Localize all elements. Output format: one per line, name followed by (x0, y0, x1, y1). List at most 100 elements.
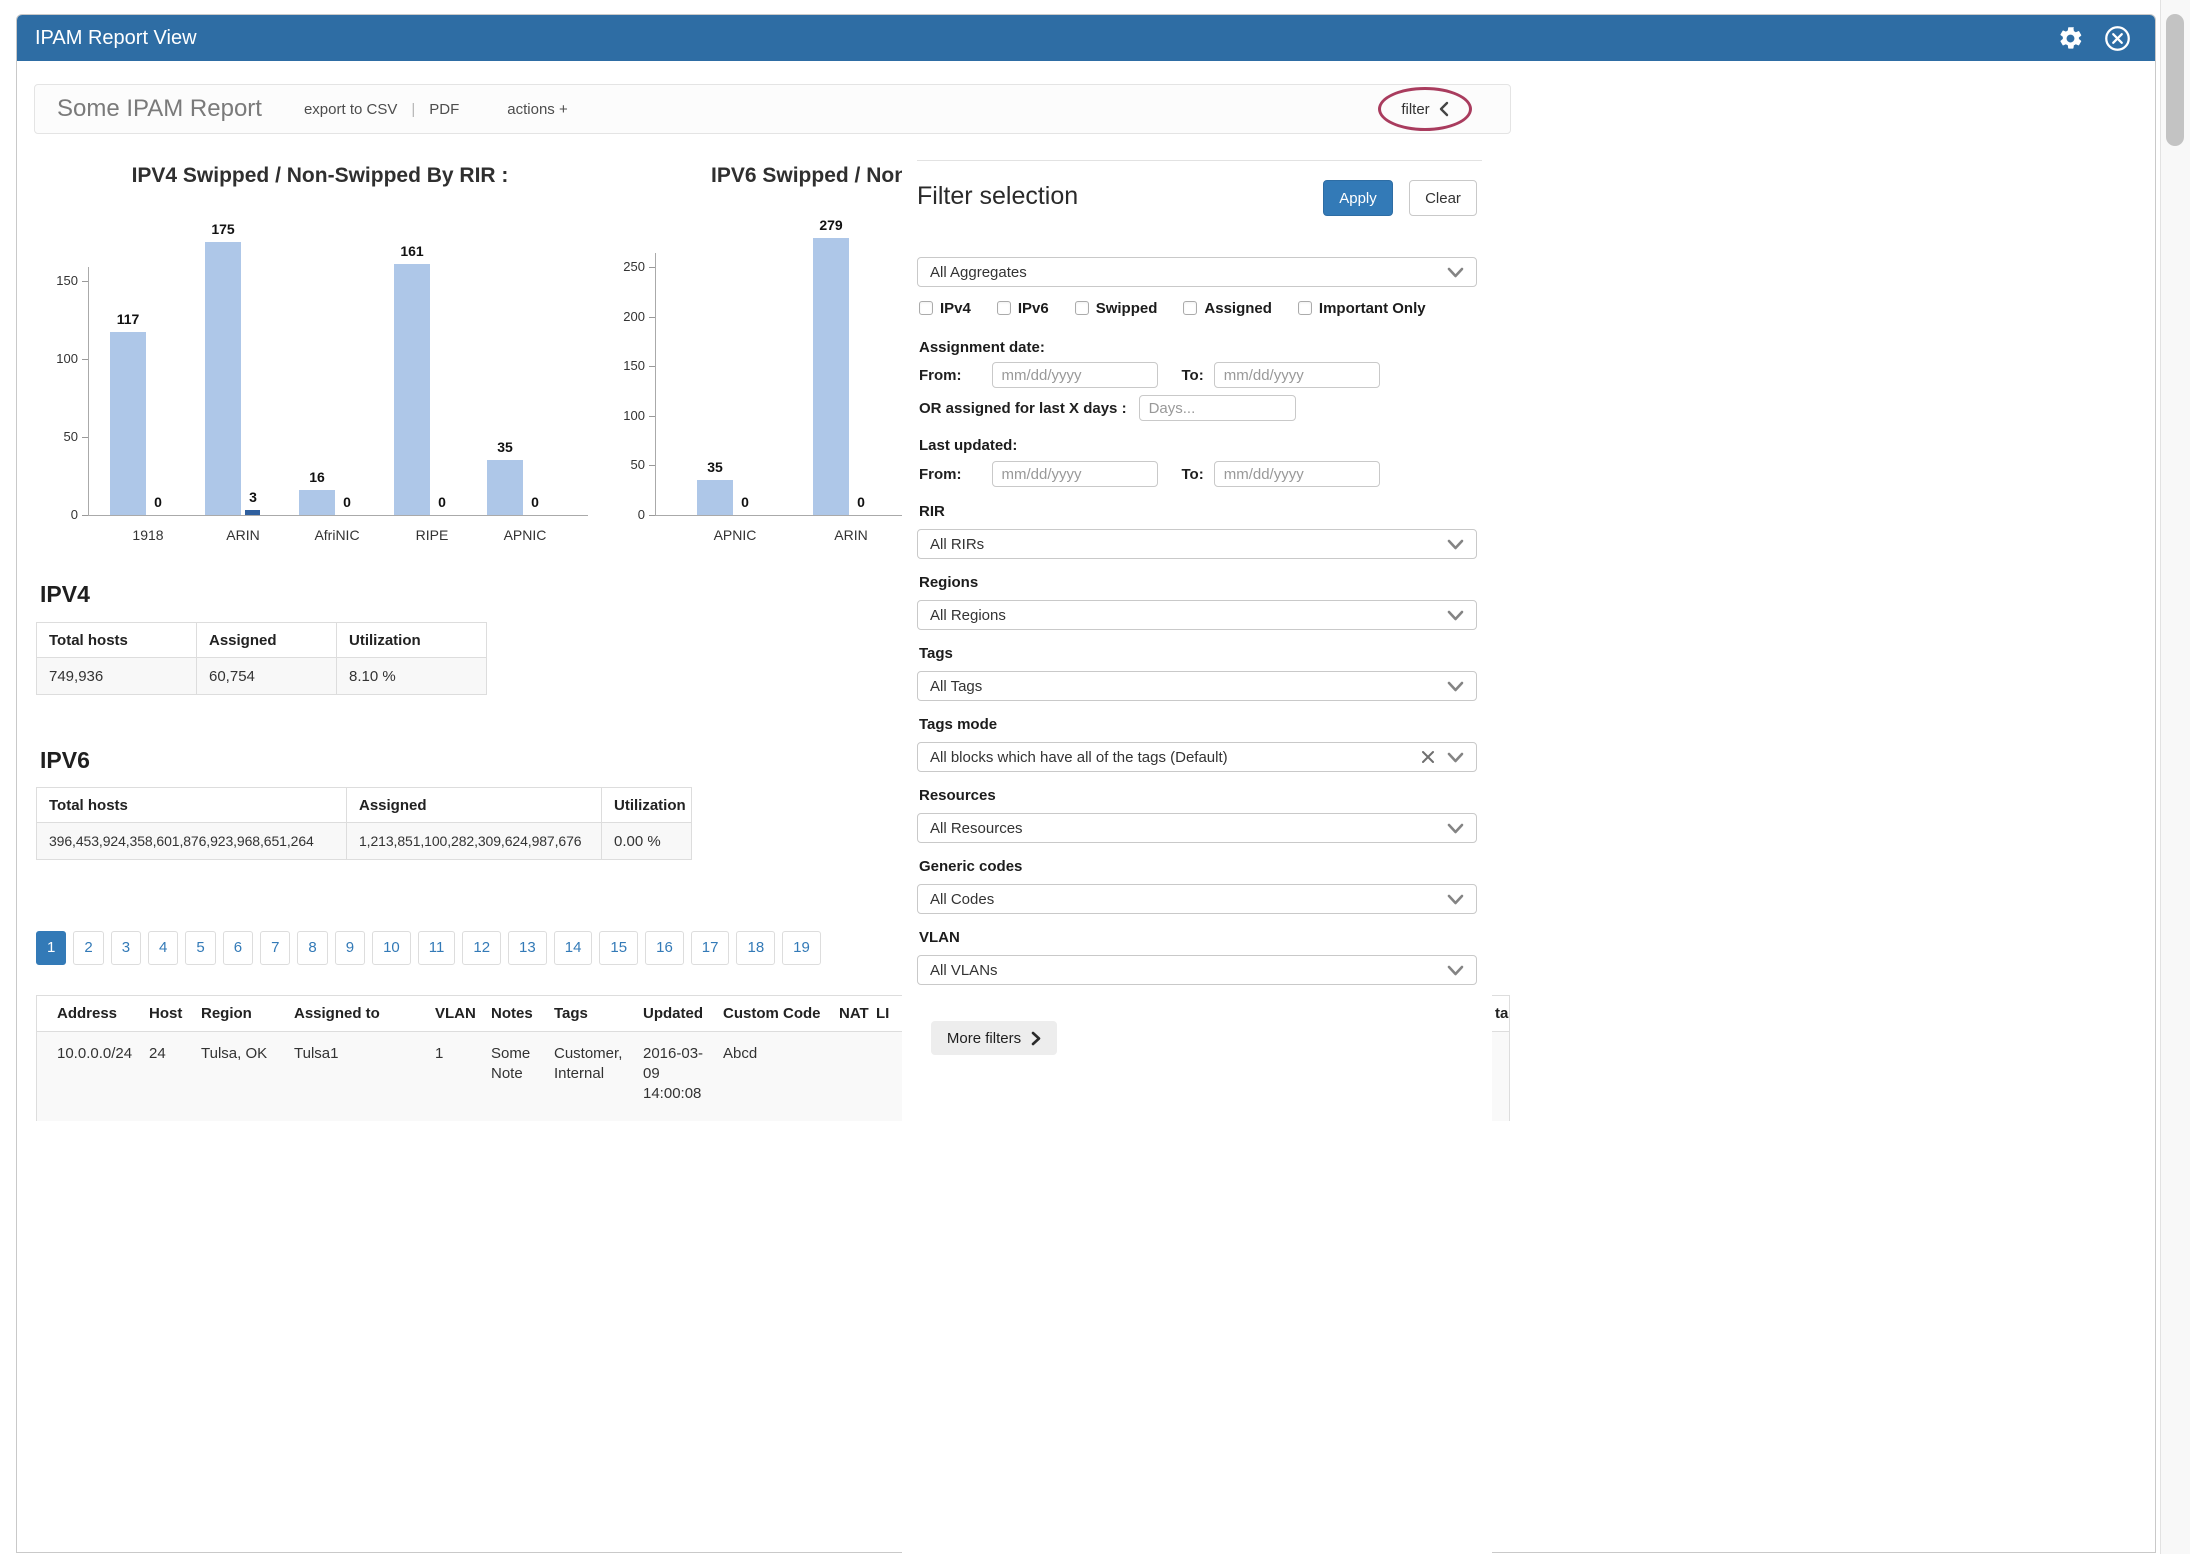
page-button-18[interactable]: 18 (736, 931, 775, 965)
vlan-select[interactable]: All VLANs (917, 955, 1477, 985)
records-col-header: LI (876, 1005, 889, 1022)
page-button-13[interactable]: 13 (508, 931, 547, 965)
page-button-15[interactable]: 15 (599, 931, 638, 965)
checkbox-swipped[interactable]: Swipped (1075, 300, 1158, 317)
records-col-header: Notes (491, 1005, 533, 1022)
pagination: 12345678910111213141516171819 (36, 931, 821, 965)
page-button-12[interactable]: 12 (462, 931, 501, 965)
checkbox-label: Important Only (1319, 300, 1426, 317)
checkbox-box[interactable] (1075, 301, 1089, 315)
resources-label: Resources (919, 787, 996, 804)
gear-icon[interactable] (2057, 25, 2084, 52)
ipv4-section-heading: IPV4 (40, 581, 90, 608)
checkbox-ipv4[interactable]: IPv4 (919, 300, 971, 317)
checkbox-box[interactable] (919, 301, 933, 315)
to-label: To: (1182, 466, 1204, 483)
page-button-7[interactable]: 7 (260, 931, 290, 965)
y-tick-label: 100 (599, 408, 645, 424)
records-cell: 24 (149, 1044, 193, 1064)
checkbox-important-only[interactable]: Important Only (1298, 300, 1426, 317)
regions-select[interactable]: All Regions (917, 600, 1477, 630)
page-button-8[interactable]: 8 (297, 931, 327, 965)
close-icon[interactable] (2104, 25, 2131, 52)
checkbox-box[interactable] (1298, 301, 1312, 315)
y-tick-label: 250 (599, 259, 645, 275)
ipv6-summary-header-row: Total hosts Assigned Utilization (37, 788, 692, 823)
tags-value: All Tags (930, 678, 1435, 695)
page-button-11[interactable]: 11 (418, 931, 456, 965)
y-tick-mark (82, 281, 88, 282)
checkbox-label: Assigned (1204, 300, 1272, 317)
bar-value-label: 0 (825, 494, 897, 510)
tags-select[interactable]: All Tags (917, 671, 1477, 701)
page-button-14[interactable]: 14 (554, 931, 593, 965)
page-button-17[interactable]: 17 (691, 931, 730, 965)
page-button-16[interactable]: 16 (645, 931, 684, 965)
page-button-2[interactable]: 2 (73, 931, 103, 965)
aggregates-select[interactable]: All Aggregates (917, 257, 1477, 287)
page-button-3[interactable]: 3 (111, 931, 141, 965)
records-cell: 1 (435, 1044, 483, 1064)
filter-panel: Filter selection Apply Clear All Aggrega… (902, 140, 1492, 1554)
records-cell: Customer, Internal (554, 1044, 640, 1084)
ipv6-section-heading: IPV6 (40, 747, 90, 774)
clear-selection-icon[interactable] (1421, 750, 1435, 764)
assignment-to-input[interactable] (1214, 362, 1380, 388)
y-axis-line (88, 267, 89, 515)
clear-button[interactable]: Clear (1409, 180, 1477, 216)
last-updated-to-input[interactable] (1214, 461, 1380, 487)
xdays-input[interactable] (1139, 395, 1296, 421)
toolbar-separator: | (411, 101, 415, 118)
bar-value-label: 0 (709, 494, 781, 510)
bar-swipped (813, 238, 849, 515)
checkbox-ipv6[interactable]: IPv6 (997, 300, 1049, 317)
page-button-1[interactable]: 1 (36, 931, 66, 965)
col-assigned: Assigned (347, 788, 602, 823)
bar-value-label: 0 (122, 494, 194, 510)
more-filters-button[interactable]: More filters (931, 1021, 1057, 1055)
page-button-10[interactable]: 10 (372, 931, 411, 965)
resources-select[interactable]: All Resources (917, 813, 1477, 843)
bar-value-label: 35 (679, 459, 751, 475)
pdf-link[interactable]: PDF (429, 101, 459, 118)
bar-value-label: 16 (281, 469, 353, 485)
tags-mode-select[interactable]: All blocks which have all of the tags (D… (917, 742, 1477, 772)
tags-label: Tags (919, 645, 953, 662)
chevron-down-icon (1447, 539, 1464, 550)
filter-toggle[interactable]: filter (1401, 101, 1429, 118)
y-tick-mark (649, 416, 655, 417)
records-col-header: NAT (839, 1005, 869, 1022)
y-tick-mark (649, 317, 655, 318)
page-button-4[interactable]: 4 (148, 931, 178, 965)
table-row: 396,453,924,358,601,876,923,968,651,264 … (37, 823, 692, 860)
apply-button[interactable]: Apply (1323, 180, 1393, 216)
page-button-5[interactable]: 5 (185, 931, 215, 965)
generic-codes-label: Generic codes (919, 858, 1022, 875)
page-button-6[interactable]: 6 (223, 931, 253, 965)
actions-menu[interactable]: actions + (507, 101, 567, 118)
y-tick-mark (649, 366, 655, 367)
ipv4-assigned: 60,754 (197, 658, 337, 695)
tags-mode-value: All blocks which have all of the tags (D… (930, 749, 1409, 766)
scrollbar-thumb[interactable] (2166, 14, 2184, 146)
browser-scrollbar[interactable] (2160, 0, 2190, 1554)
bar-non-swipped (245, 510, 260, 515)
checkbox-assigned[interactable]: Assigned (1183, 300, 1272, 317)
y-tick-label: 50 (599, 457, 645, 473)
export-csv-link[interactable]: export to CSV (304, 101, 397, 118)
records-col-header: Address (57, 1005, 117, 1022)
chevron-down-icon (1447, 681, 1464, 692)
last-updated-from-input[interactable] (992, 461, 1158, 487)
checkbox-box[interactable] (1183, 301, 1197, 315)
type-checkbox-row: IPv4 IPv6 Swipped Assigned Important Onl… (919, 298, 1426, 318)
page-button-9[interactable]: 9 (335, 931, 365, 965)
checkbox-box[interactable] (997, 301, 1011, 315)
y-tick-label: 0 (599, 507, 645, 523)
rir-select[interactable]: All RIRs (917, 529, 1477, 559)
x-category-label: APNIC (685, 527, 785, 545)
assignment-from-input[interactable] (992, 362, 1158, 388)
generic-codes-select[interactable]: All Codes (917, 884, 1477, 914)
page-button-19[interactable]: 19 (782, 931, 821, 965)
bar-value-label: 0 (406, 494, 478, 510)
xdays-row: OR assigned for last X days : (919, 395, 1296, 421)
